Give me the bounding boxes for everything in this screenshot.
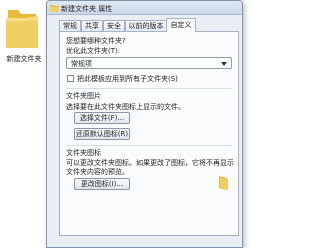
divider <box>66 88 232 89</box>
divider <box>66 145 232 146</box>
desktop-folder-label[interactable]: 新建文件夹 <box>2 54 46 64</box>
optimize-heading: 您想要哪种文件夹? <box>66 37 126 45</box>
restore-default-button[interactable]: 还原默认图标(R) <box>74 128 130 140</box>
customize-panel: 您想要哪种文件夹? 优化此文件夹(T): 常规项 把此模板应用到所有子文件夹(S… <box>59 31 239 236</box>
optimize-selected-value: 常规项 <box>71 60 92 68</box>
pictures-description: 选择要在此文件夹图标上显示的文件。 <box>66 103 185 111</box>
chevron-down-icon <box>221 62 227 66</box>
pictures-heading: 文件夹图片 <box>66 92 101 100</box>
choose-file-button[interactable]: 选择文件(F)... <box>74 112 130 124</box>
folder-properties-dialog: 新建文件夹 属性 常规 共享 安全 以前的版本 自定义 您想要哪种文件夹? 优化… <box>46 0 243 248</box>
apply-all-label[interactable]: 把此模板应用到所有子文件夹(S) <box>77 74 178 84</box>
desktop-folder-icon[interactable] <box>4 4 40 48</box>
icons-description-line2: 文件夹内容的预览。 <box>66 168 129 176</box>
optimize-label: 优化此文件夹(T): <box>66 47 121 55</box>
dialog-title: 新建文件夹 属性 <box>61 5 113 13</box>
icons-heading: 文件夹图标 <box>66 149 101 157</box>
tab-strip: 常规 共享 安全 以前的版本 自定义 <box>59 18 241 32</box>
folder-preview-icon <box>217 176 229 190</box>
optimize-select[interactable]: 常规项 <box>66 57 232 69</box>
title-bar[interactable]: 新建文件夹 属性 <box>47 1 242 15</box>
apply-all-checkbox[interactable] <box>67 75 74 82</box>
folder-small-icon <box>50 4 59 12</box>
tab-customize[interactable]: 自定义 <box>166 18 196 32</box>
change-icon-button[interactable]: 更改图标(I)... <box>74 178 130 190</box>
